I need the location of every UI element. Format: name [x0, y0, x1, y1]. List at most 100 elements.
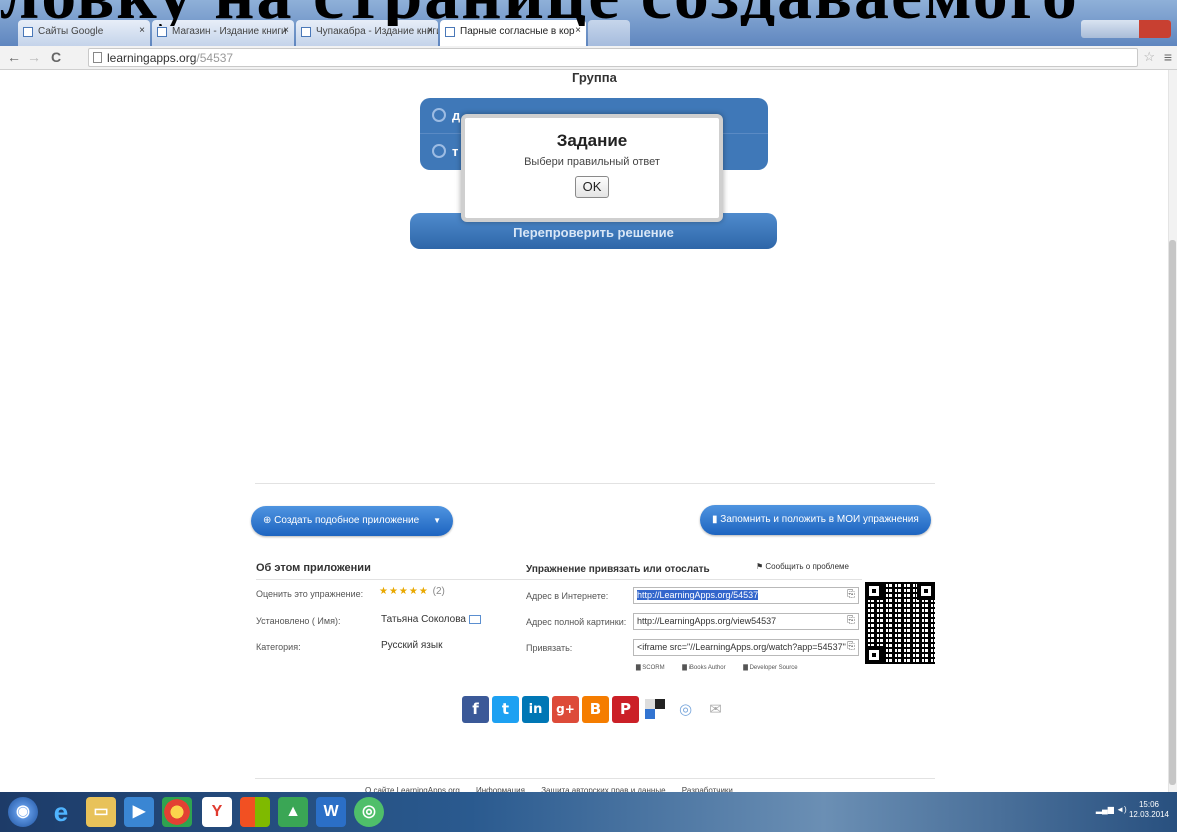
- clock-time: 15:06: [1138, 800, 1159, 809]
- divider: [255, 483, 935, 484]
- close-icon[interactable]: ×: [575, 25, 581, 36]
- delicious-icon[interactable]: [642, 696, 669, 723]
- group-title: Группа: [572, 70, 617, 85]
- scrollbar-thumb[interactable]: [1169, 240, 1176, 785]
- copy-icon[interactable]: ⎘: [847, 641, 855, 652]
- close-icon[interactable]: ×: [427, 25, 433, 36]
- volume-icon[interactable]: ◄): [1116, 805, 1127, 814]
- message-icon[interactable]: [468, 614, 481, 624]
- badge-icon[interactable]: ◎: [672, 696, 699, 723]
- page-icon: [445, 27, 455, 37]
- blogger-icon[interactable]: B: [582, 696, 609, 723]
- developer-source-link[interactable]: ▇ Developer Source: [743, 665, 805, 671]
- page-icon: [23, 27, 33, 37]
- answer-label: д: [452, 108, 461, 123]
- explorer-folder-icon[interactable]: ▭: [86, 797, 116, 827]
- clock-date: 12.03.2014: [1128, 810, 1169, 819]
- field-value: http://LearningApps.org/view54537: [637, 616, 777, 626]
- about-title: Об этом приложении: [256, 562, 371, 574]
- scorm-link[interactable]: ▇ SCORM: [636, 665, 673, 671]
- page-icon: [157, 27, 167, 37]
- divider: [255, 778, 935, 779]
- rating-count: (2): [432, 586, 445, 597]
- button-label: Создать подобное приложение: [274, 515, 420, 526]
- forward-icon[interactable]: →: [26, 49, 42, 65]
- facebook-icon[interactable]: f: [462, 696, 489, 723]
- category-label: Категория:: [256, 642, 301, 652]
- dialog-text: Выбери правильный ответ: [524, 156, 660, 168]
- reload-icon[interactable]: C: [48, 49, 64, 65]
- copy-icon[interactable]: ⎘: [847, 589, 855, 600]
- copy-icon[interactable]: ⎘: [847, 615, 855, 626]
- windows-app-icon[interactable]: [240, 797, 270, 827]
- dialog-title: Задание: [556, 131, 628, 150]
- network-icon[interactable]: ▂▄▆: [1096, 805, 1114, 814]
- address-label: Адрес в Интернете:: [526, 591, 609, 601]
- flag-icon: ⚑: [756, 562, 766, 571]
- ibooks-link[interactable]: ▇ iBooks Author: [682, 665, 733, 671]
- ok-button[interactable]: OK: [575, 176, 609, 198]
- fullscreen-label: Адрес полной картинки:: [526, 617, 627, 627]
- rate-label: Оценить это упражнение:: [256, 589, 364, 599]
- twitter-icon[interactable]: t: [492, 696, 519, 723]
- embed-label: Привязать:: [526, 643, 573, 653]
- export-links: ▇ SCORM ▇ iBooks Author ▇ Developer Sour…: [636, 664, 814, 671]
- author-link[interactable]: Татьяна Соколова: [381, 614, 481, 625]
- qr-finder: [865, 582, 883, 600]
- plus-icon: ⊕: [263, 515, 275, 526]
- embed-title: Упражнение привязать или отослать: [526, 564, 710, 575]
- tab-label: Парные согласные в кор: [460, 26, 575, 37]
- star-icon[interactable]: ★★★★★: [379, 586, 429, 597]
- address-bar[interactable]: learningapps.org/54537: [88, 48, 1138, 67]
- report-problem-link[interactable]: ⚑ Сообщить о проблеме: [756, 562, 849, 571]
- link-label: SCORM: [642, 665, 665, 671]
- category-value: Русский язык: [381, 640, 443, 651]
- start-button-icon[interactable]: ◉: [8, 797, 38, 827]
- radio-button[interactable]: [432, 108, 446, 122]
- bookmark-star-icon[interactable]: ☆: [1143, 49, 1155, 65]
- fullscreen-field[interactable]: http://LearningApps.org/view54537 ⎘: [633, 613, 859, 630]
- qr-finder: [917, 582, 935, 600]
- yandex-icon[interactable]: Y: [202, 797, 232, 827]
- menu-icon[interactable]: ≡: [1164, 49, 1172, 65]
- embed-field[interactable]: <iframe src="//LearningApps.org/watch?ap…: [633, 639, 859, 656]
- qr-code[interactable]: [865, 582, 935, 664]
- linkedin-icon[interactable]: in: [522, 696, 549, 723]
- field-value: http://LearningApps.org/54537: [637, 590, 759, 600]
- media-player-icon[interactable]: ▶: [124, 797, 154, 827]
- task-dialog: Задание Выбери правильный ответ OK: [461, 114, 723, 222]
- close-icon[interactable]: ×: [139, 25, 145, 36]
- chevron-down-icon: ▼: [433, 516, 442, 525]
- rating-stars[interactable]: ★★★★★ (2): [379, 586, 445, 597]
- field-value: <iframe src="//LearningApps.org/watch?ap…: [637, 642, 846, 652]
- email-icon[interactable]: ✉: [702, 696, 729, 723]
- qr-finder: [865, 646, 883, 664]
- link-label: Сообщить о проблеме: [765, 562, 849, 571]
- camera-app-icon[interactable]: ◎: [354, 797, 384, 827]
- radio-button[interactable]: [432, 144, 446, 158]
- url-host: learningapps.org: [107, 51, 197, 65]
- pinterest-icon[interactable]: P: [612, 696, 639, 723]
- author-label: Установлено ( Имя):: [256, 616, 341, 626]
- address-field[interactable]: http://LearningApps.org/54537 ⎘: [633, 587, 859, 604]
- answer-label: т: [452, 144, 459, 159]
- taskbar: ◉ e ▭ ▶ Y ▲ W ◎ ▂▄▆ ◄) 15:06 12.03.2014: [0, 792, 1177, 832]
- back-icon[interactable]: ←: [6, 49, 22, 65]
- tab-label: Магазин - Издание книги: [172, 26, 287, 37]
- chrome-icon[interactable]: [162, 797, 192, 827]
- link-label: Developer Source: [749, 665, 798, 671]
- clock[interactable]: 15:06 12.03.2014: [1129, 800, 1169, 820]
- author-name: Татьяна Соколова: [381, 614, 466, 625]
- link-label: iBooks Author: [688, 665, 726, 671]
- button-label: Запомнить и положить в МОИ упражнения: [720, 514, 919, 525]
- word-icon[interactable]: W: [316, 797, 346, 827]
- google-plus-icon[interactable]: g+: [552, 696, 579, 723]
- system-tray[interactable]: ▂▄▆ ◄) 15:06 12.03.2014: [1096, 800, 1169, 820]
- close-icon[interactable]: ×: [283, 25, 289, 36]
- save-to-my-apps-button[interactable]: ▮ Запомнить и положить в МОИ упражнения: [700, 505, 931, 535]
- browser-toolbar: ← → C learningapps.org/54537 ☆ ≡: [0, 46, 1177, 70]
- divider: [526, 579, 862, 580]
- green-app-icon[interactable]: ▲: [278, 797, 308, 827]
- internet-explorer-icon[interactable]: e: [46, 797, 76, 827]
- create-similar-button[interactable]: ⊕ Создать подобное приложение ▼: [251, 506, 454, 536]
